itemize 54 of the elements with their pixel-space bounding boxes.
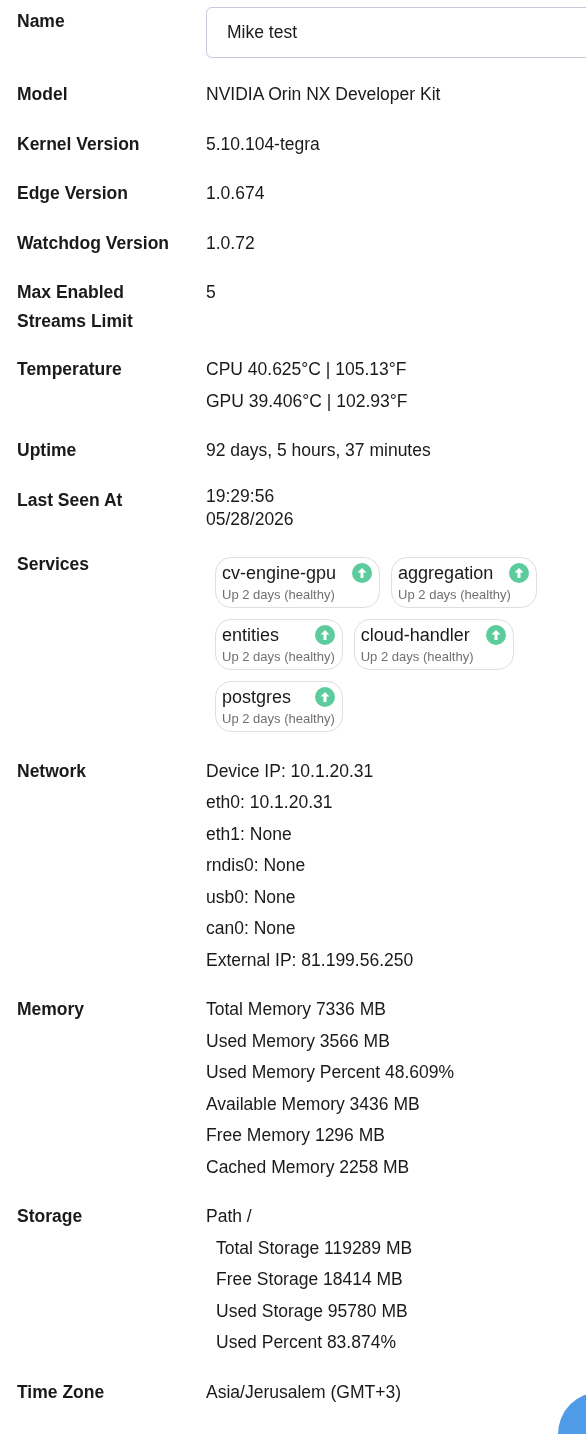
name-field[interactable]: Mike test: [206, 7, 586, 58]
field-value: Device IP: 10.1.20.31: [206, 759, 375, 783]
field-value: NVIDIA Orin NX Developer Kit: [206, 83, 442, 106]
field-value: Path /: [206, 1205, 253, 1228]
field-label: Last Seen At: [17, 488, 124, 512]
field-value: 5: [206, 281, 217, 304]
service-name: postgres: [222, 685, 292, 709]
field-value: Total Storage 119289 MB: [215, 1236, 414, 1260]
field-label: Name: [17, 10, 66, 33]
field-value: CPU 40.625°C | 105.13°F: [206, 358, 408, 381]
field-value: Used Percent 83.874%: [215, 1331, 397, 1354]
field-label: Services: [17, 552, 90, 576]
field-value: Used Memory Percent 48.609%: [206, 1061, 456, 1084]
field-label: Watchdog Version: [17, 231, 170, 255]
service-status: Up 2 days (healthy): [222, 585, 336, 604]
field-value: 5.10.104-tegra: [206, 132, 321, 156]
field-value: Free Storage 18414 MB: [215, 1268, 404, 1291]
field-value: rndis0: None: [206, 854, 307, 877]
field-label: Temperature: [17, 358, 123, 381]
service-name: cloud-handler: [360, 623, 470, 647]
field-label: Max Enabled Streams Limit: [17, 281, 134, 333]
field-label: Time Zone: [17, 1380, 106, 1404]
field-value: Cached Memory 2258 MB: [206, 1155, 411, 1179]
field-value: Used Memory 3566 MB: [206, 1029, 391, 1053]
service-status: Up 2 days (healthy): [222, 647, 335, 666]
field-value: Asia/Jerusalem (GMT+3): [206, 1380, 402, 1404]
field-value: External IP: 81.199.56.250: [206, 948, 415, 972]
field-value: eth1: None: [206, 822, 293, 846]
service-name: aggregation: [398, 561, 494, 585]
field-value: 1.0.72: [206, 231, 256, 255]
field-label: Kernel Version: [17, 132, 141, 156]
field-label: Memory: [17, 998, 86, 1021]
field-value: Free Memory 1296 MB: [206, 1124, 386, 1147]
field-label: Storage: [17, 1205, 84, 1228]
field-value: usb0: None: [206, 885, 297, 909]
field-value: Used Storage 95780 MB: [215, 1299, 409, 1323]
field-value: eth0: 10.1.20.31: [206, 791, 334, 814]
service-name: cv-engine-gpu: [222, 561, 337, 585]
field-label: Network: [17, 759, 88, 783]
field-value: 1.0.674: [206, 182, 266, 205]
field-value: 05/28/2026: [206, 507, 295, 531]
service-status: Up 2 days (healthy): [398, 585, 512, 604]
field-label: Uptime: [17, 439, 78, 462]
field-value: Total Memory 7336 MB: [206, 998, 387, 1021]
field-value: can0: None: [206, 917, 297, 940]
field-label: Model: [17, 83, 69, 106]
service-status: Up 2 days (healthy): [360, 647, 475, 666]
field-value: 19:29:56: [206, 484, 276, 508]
service-status: Up 2 days (healthy): [222, 709, 335, 728]
field-value: 92 days, 5 hours, 37 minutes: [206, 439, 432, 462]
field-value: Available Memory 3436 MB: [206, 1092, 421, 1116]
service-name: entities: [222, 623, 280, 647]
field-label: Edge Version: [17, 182, 129, 205]
field-value: GPU 39.406°C | 102.93°F: [206, 389, 409, 413]
